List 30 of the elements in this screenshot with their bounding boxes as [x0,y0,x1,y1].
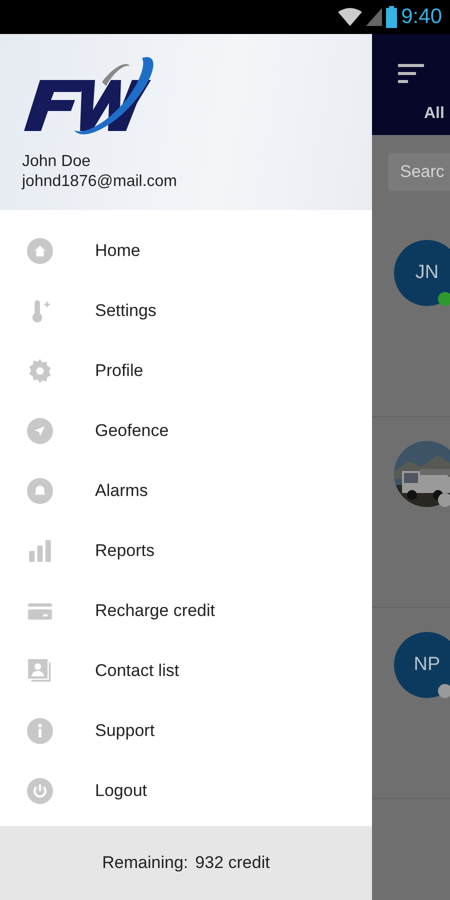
menu-item[interactable]: Contact list [0,641,372,701]
menu-item[interactable]: Settings [0,281,372,341]
menu-item[interactable]: Home [0,221,372,281]
menu-item[interactable]: Support [0,701,372,761]
menu-icon [27,658,53,684]
menu-icon [27,778,53,804]
avatar[interactable]: NP [394,632,450,698]
wifi-icon [338,8,362,26]
avatar[interactable]: JN [394,240,450,306]
menu-icon [27,538,53,564]
menu-icon [27,718,53,744]
menu-item[interactable]: Reports [0,521,372,581]
menu-item[interactable]: Geofence [0,401,372,461]
tab[interactable]: All [424,105,450,123]
menu-icon [27,418,53,444]
remaining-label: Remaining: [102,853,188,873]
user-email: johnd1876@mail.com [22,172,178,192]
credit-value: 932 credit [195,853,270,873]
menu-item[interactable]: Profile [0,341,372,401]
menu-icon [27,238,53,264]
menu-icon [27,478,53,504]
menu-item[interactable]: Alarms [0,461,372,521]
menu-item[interactable]: Logout [0,761,372,821]
filter-icon [398,64,424,84]
signal-icon [366,8,382,26]
menu-item[interactable]: Recharge credit [0,581,372,641]
user-name: John Doe [22,152,92,172]
battery-icon [386,6,398,28]
menu-icon [27,358,53,384]
clock: 9:40 [401,5,442,29]
